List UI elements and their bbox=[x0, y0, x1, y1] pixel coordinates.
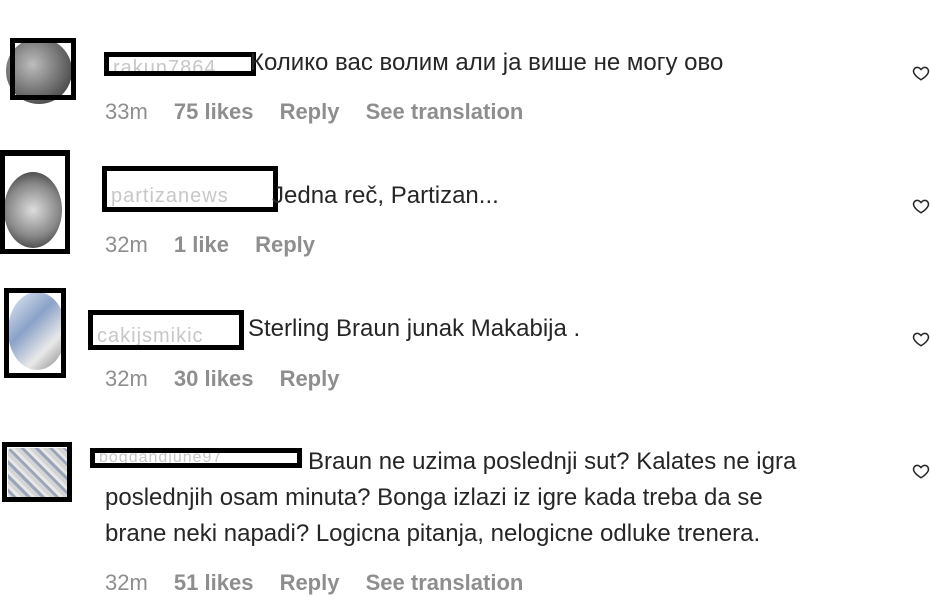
comment-text: Колико вас волим али ја више не могу ово bbox=[250, 49, 724, 76]
comment-text: Jedna reč, Partizan... bbox=[272, 182, 499, 209]
like-heart-icon[interactable] bbox=[912, 462, 930, 480]
username-link[interactable]: cakijsmikic bbox=[88, 310, 244, 350]
comment-meta: 32m 30 likes Reply bbox=[105, 366, 359, 392]
likes-count[interactable]: 1 like bbox=[174, 232, 229, 257]
like-heart-icon[interactable] bbox=[912, 64, 930, 82]
reply-button[interactable]: Reply bbox=[280, 570, 340, 595]
comment-meta: 32m 51 likes Reply See translation bbox=[105, 570, 543, 596]
likes-count[interactable]: 51 likes bbox=[174, 570, 254, 595]
likes-count[interactable]: 30 likes bbox=[174, 366, 254, 391]
avatar-redaction-box bbox=[2, 442, 72, 502]
comment-time: 32m bbox=[105, 570, 148, 595]
see-translation-button[interactable]: See translation bbox=[366, 99, 524, 124]
see-translation-button[interactable]: See translation bbox=[366, 570, 524, 595]
comment-text: Sterling Braun junak Makabija . bbox=[248, 315, 581, 342]
avatar-redaction-box bbox=[4, 288, 66, 378]
username-link[interactable]: partizanews bbox=[102, 166, 278, 212]
avatar-redaction-box bbox=[0, 150, 70, 254]
comment-time: 32m bbox=[105, 366, 148, 391]
like-heart-icon[interactable] bbox=[912, 330, 930, 348]
avatar-redaction-box bbox=[10, 38, 76, 100]
comment-time: 33m bbox=[105, 99, 148, 124]
reply-button[interactable]: Reply bbox=[280, 99, 340, 124]
likes-count[interactable]: 75 likes bbox=[174, 99, 254, 124]
comment-meta: 32m 1 like Reply bbox=[105, 232, 335, 258]
comment-meta: 33m 75 likes Reply See translation bbox=[105, 99, 543, 125]
comment-text-line-1: Braun ne uzima poslednji sut? Kalates ne… bbox=[308, 448, 797, 475]
reply-button[interactable]: Reply bbox=[280, 366, 340, 391]
like-heart-icon[interactable] bbox=[912, 197, 930, 215]
reply-button[interactable]: Reply bbox=[255, 232, 315, 257]
comment-time: 32m bbox=[105, 232, 148, 257]
comment-text-line-3: brane neki napadi? Logicna pitanja, nelo… bbox=[105, 520, 761, 547]
username-link[interactable]: rakun7864 bbox=[104, 52, 256, 76]
comment-text-line-2: poslednjih osam minuta? Bonga izlazi iz … bbox=[105, 484, 763, 511]
username-link[interactable]: bogdandjune97 bbox=[90, 448, 302, 468]
